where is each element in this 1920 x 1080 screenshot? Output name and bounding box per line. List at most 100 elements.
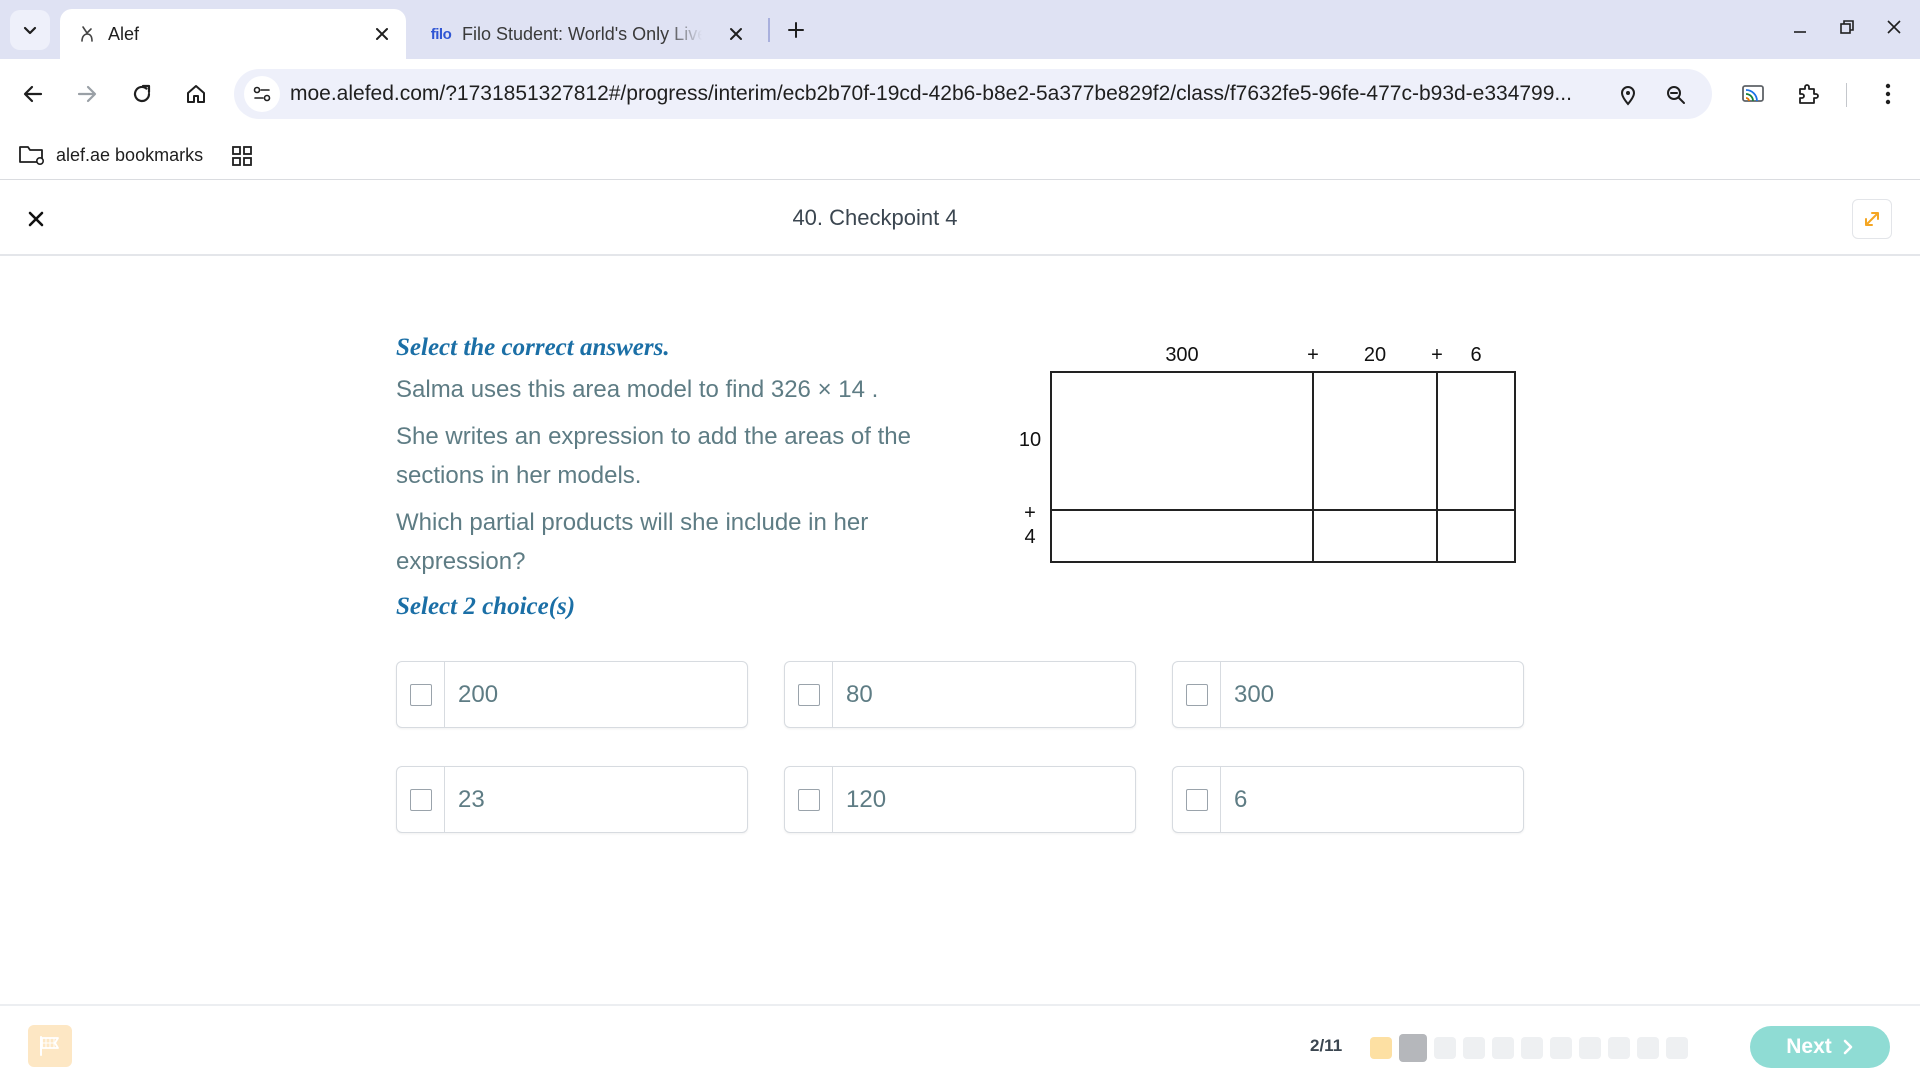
home-icon <box>187 85 205 103</box>
choice-option[interactable]: 80 <box>784 661 1136 728</box>
browser-tab-bar: Alef filo Filo Student: World's Only Liv… <box>0 0 1920 59</box>
choice-value: 300 <box>1234 680 1275 708</box>
browser-toolbar: moe.alefed.com/?1731851327812#/progress/… <box>0 59 1920 130</box>
forward-button[interactable] <box>67 74 107 114</box>
select-count: Select 2 choice(s) <box>396 593 576 620</box>
home-button[interactable] <box>176 74 216 114</box>
area-grid <box>1050 371 1516 563</box>
choice-option[interactable]: 120 <box>784 766 1136 833</box>
flag-button[interactable] <box>28 1025 72 1067</box>
managed-folder-icon <box>19 146 44 166</box>
close-tab-icon[interactable] <box>370 22 394 46</box>
bookmark-folder-alef[interactable]: alef.ae bookmarks <box>18 140 203 170</box>
area-label-top: 300 <box>1165 344 1198 366</box>
close-tab-icon[interactable] <box>724 22 748 46</box>
footer: 2/11 Next <box>0 1004 1920 1080</box>
reload-icon <box>133 84 151 103</box>
minimize-button[interactable] <box>1782 12 1818 42</box>
progress-dot[interactable] <box>1492 1037 1514 1059</box>
plus-icon <box>788 22 804 38</box>
minimize-icon <box>1794 31 1806 33</box>
tab-title: Alef <box>108 23 140 44</box>
arrow-right-icon <box>77 85 97 103</box>
area-label-side: 4 <box>1024 526 1035 548</box>
choice-checkbox-cell[interactable] <box>785 767 833 832</box>
progress-count: 2/11 <box>1310 1036 1343 1055</box>
checkbox[interactable] <box>1185 683 1208 706</box>
expand-button[interactable] <box>1852 199 1892 239</box>
cast-button[interactable] <box>1733 74 1773 114</box>
flag-icon <box>40 1036 59 1056</box>
choice-option[interactable]: 300 <box>1172 661 1524 728</box>
restore-icon <box>1840 20 1854 34</box>
page-title: 40. Checkpoint 4 <box>792 205 958 230</box>
progress-dot[interactable] <box>1434 1037 1456 1059</box>
close-window-button[interactable] <box>1876 12 1912 42</box>
tab-separator <box>768 18 770 42</box>
bookmark-label: alef.ae bookmarks <box>56 144 204 165</box>
restore-button[interactable] <box>1829 12 1865 42</box>
progress-dot[interactable] <box>1463 1037 1485 1059</box>
choice-checkbox-cell[interactable] <box>785 662 833 727</box>
app-header: 40. Checkpoint 4 <box>0 181 1920 256</box>
choice-checkbox-cell[interactable] <box>1173 767 1221 832</box>
arrow-left-icon <box>23 85 43 103</box>
tab-list-button[interactable] <box>10 10 50 50</box>
area-label-side: 10 <box>1019 429 1041 451</box>
choice-checkbox-cell[interactable] <box>397 767 445 832</box>
chevron-down-icon <box>23 26 37 35</box>
browser-tab-filo[interactable]: filo Filo Student: World's Only Live Ins… <box>414 9 760 59</box>
question-text: Select the correct answers. Salma uses t… <box>396 334 956 581</box>
choice-option[interactable]: 23 <box>396 766 748 833</box>
area-label-side: + <box>1024 502 1036 524</box>
toolbar-divider <box>1846 83 1847 107</box>
reload-button[interactable] <box>122 74 162 114</box>
area-label-top: 6 <box>1470 344 1481 366</box>
next-label: Next <box>1786 1035 1832 1058</box>
filo-icon: filo <box>430 25 452 43</box>
site-info-icon[interactable] <box>244 76 280 112</box>
choice-checkbox-cell[interactable] <box>1173 662 1221 727</box>
progress-dot[interactable] <box>1521 1037 1543 1059</box>
url-text[interactable]: moe.alefed.com/?1731851327812#/progress/… <box>290 82 1590 106</box>
progress-dot[interactable] <box>1637 1037 1659 1059</box>
progress-dot[interactable] <box>1370 1037 1392 1059</box>
checkbox[interactable] <box>797 788 820 811</box>
cast-icon <box>1742 85 1764 102</box>
back-button[interactable] <box>13 74 53 114</box>
area-label-top: + <box>1431 344 1443 366</box>
progress-dot[interactable] <box>1579 1037 1601 1059</box>
checkbox[interactable] <box>1185 788 1208 811</box>
extensions-button[interactable] <box>1788 74 1828 114</box>
question-prompt: Salma uses this area model to find 326 ×… <box>396 370 956 581</box>
choice-option[interactable]: 6 <box>1172 766 1524 833</box>
zoom-icon[interactable] <box>1662 81 1690 109</box>
progress-dot[interactable] <box>1550 1037 1572 1059</box>
prompt-line: Which partial products will she include … <box>396 509 869 575</box>
location-pin-icon[interactable] <box>1614 81 1642 109</box>
checkbox[interactable] <box>797 683 820 706</box>
bookmarks-bar: alef.ae bookmarks <box>0 130 1920 180</box>
progress-dot[interactable] <box>1399 1034 1427 1062</box>
progress-dot[interactable] <box>1608 1037 1630 1059</box>
kebab-menu-icon <box>1885 83 1891 105</box>
puzzle-icon <box>1799 84 1819 104</box>
browser-menu-button[interactable] <box>1868 74 1908 114</box>
choice-value: 120 <box>846 785 887 813</box>
prompt-line: Salma uses this area model to find 326 ×… <box>396 376 879 403</box>
expand-icon <box>1865 212 1879 226</box>
address-bar[interactable]: moe.alefed.com/?1731851327812#/progress/… <box>234 69 1712 119</box>
checkbox[interactable] <box>409 683 432 706</box>
choice-value: 80 <box>846 680 873 708</box>
next-button[interactable]: Next <box>1750 1026 1890 1068</box>
area-label-top: 20 <box>1364 344 1386 366</box>
choice-checkbox-cell[interactable] <box>397 662 445 727</box>
apps-button[interactable] <box>228 142 256 170</box>
chevron-right-icon <box>1842 1039 1854 1055</box>
progress-dot[interactable] <box>1666 1037 1688 1059</box>
checkbox[interactable] <box>409 788 432 811</box>
browser-tab-alef[interactable]: Alef <box>60 9 406 59</box>
area-model: 300 + 20 + 6 10 + 4 <box>1000 333 1560 573</box>
choice-option[interactable]: 200 <box>396 661 748 728</box>
new-tab-button[interactable] <box>780 14 812 46</box>
